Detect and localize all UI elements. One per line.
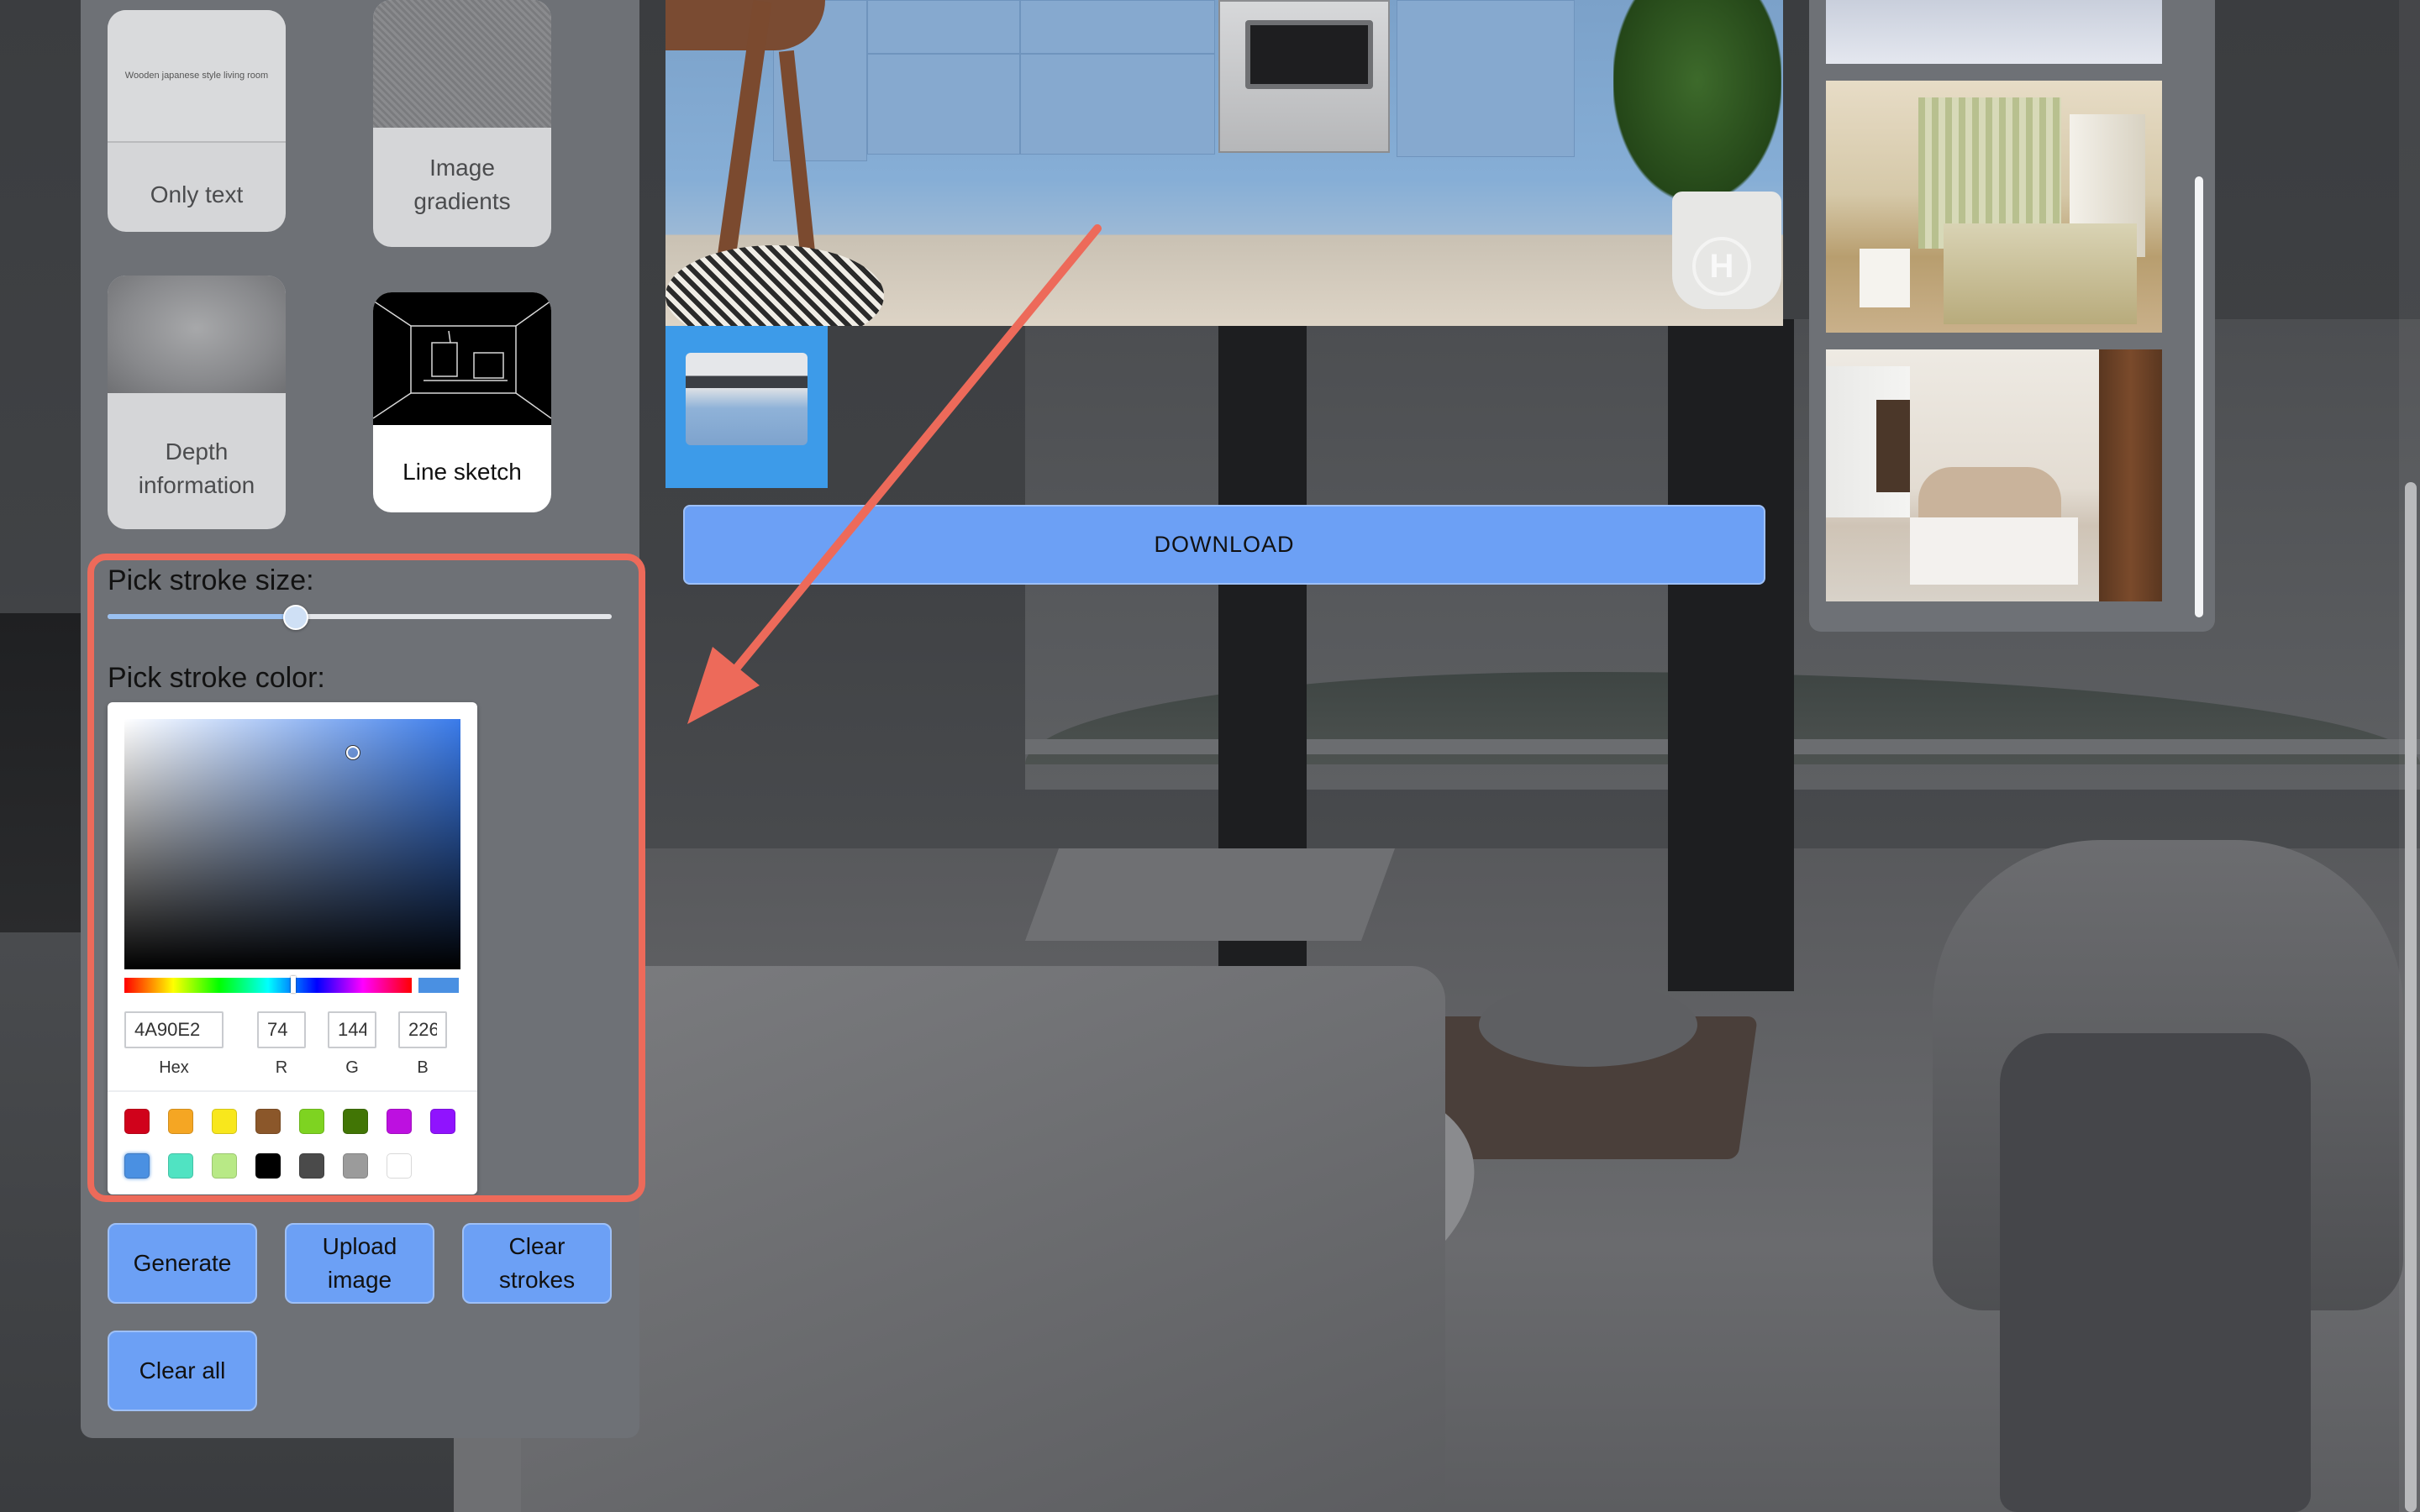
- page-scrollbar[interactable]: [2405, 482, 2417, 1512]
- color-swatch[interactable]: [124, 1109, 150, 1134]
- upload-image-button[interactable]: Upload image: [285, 1223, 434, 1304]
- kitchen-cabinet: [1397, 0, 1575, 157]
- depth-information-thumbnail: [108, 276, 286, 393]
- kitchen-cabinet: [1020, 54, 1215, 155]
- stroke-color-label: Pick stroke color:: [108, 662, 325, 694]
- watermark-logo-icon: H: [1692, 237, 1751, 296]
- color-swatch[interactable]: [343, 1153, 368, 1179]
- background-armchair-seat: [2000, 1033, 2311, 1512]
- only-text-thumbnail: Wooden japanese style living room: [108, 10, 286, 143]
- gallery-image-bedroom-1[interactable]: [1826, 0, 2162, 64]
- hex-input[interactable]: [124, 1011, 224, 1048]
- color-swatch[interactable]: [387, 1153, 412, 1179]
- mode-depth-information[interactable]: Depth information: [108, 276, 286, 529]
- color-picker: Hex R G B: [108, 702, 477, 1194]
- wood-panel: [2099, 349, 2162, 601]
- gallery-image-bedroom-2[interactable]: [1826, 81, 2162, 333]
- mode-only-text[interactable]: Wooden japanese style living room Only t…: [108, 10, 286, 232]
- color-swatch[interactable]: [343, 1109, 368, 1134]
- sketch-lines-icon: [373, 300, 551, 419]
- color-preview: [418, 978, 459, 993]
- clear-strokes-button[interactable]: Clear strokes: [462, 1223, 612, 1304]
- download-button[interactable]: DOWNLOAD: [683, 505, 1765, 585]
- kitchen-oven: [1218, 0, 1390, 153]
- hue-slider-handle[interactable]: [291, 976, 296, 993]
- stroke-size-slider[interactable]: [108, 605, 612, 630]
- generated-image[interactable]: H: [666, 0, 1783, 326]
- stroke-size-slider-handle[interactable]: [283, 605, 308, 630]
- color-swatch[interactable]: [212, 1153, 237, 1179]
- curtain: [1876, 400, 1910, 492]
- red-label: R: [275, 1058, 288, 1077]
- color-swatch[interactable]: [168, 1109, 193, 1134]
- blue-input[interactable]: [398, 1011, 447, 1048]
- green-input[interactable]: [328, 1011, 376, 1048]
- kitchen-table: [666, 0, 825, 50]
- stroke-size-label: Pick stroke size:: [108, 564, 314, 596]
- image-gradients-thumbnail: [373, 0, 551, 128]
- example-gallery: [1809, 0, 2215, 632]
- color-swatch[interactable]: [168, 1153, 193, 1179]
- mode-label: Depth information: [138, 438, 255, 498]
- mode-image-gradients[interactable]: Image gradients: [373, 0, 551, 247]
- result-thumbnail-selected[interactable]: [666, 326, 828, 488]
- color-swatch[interactable]: [255, 1109, 281, 1134]
- color-swatch[interactable]: [299, 1153, 324, 1179]
- gallery-scrollbar[interactable]: [2195, 176, 2203, 617]
- swatch-divider: [108, 1090, 477, 1092]
- color-swatch[interactable]: [299, 1109, 324, 1134]
- background-pillar: [1668, 319, 1794, 991]
- clear-all-button[interactable]: Clear all: [108, 1331, 257, 1411]
- thumbnail-image: [686, 353, 808, 445]
- kitchen-cabinet: [867, 0, 1020, 54]
- color-swatch[interactable]: [212, 1109, 237, 1134]
- gallery-image-bedroom-3[interactable]: [1826, 349, 2162, 601]
- kitchen-cabinet: [867, 54, 1020, 155]
- saturation-cursor[interactable]: [346, 746, 360, 759]
- green-label: G: [345, 1058, 359, 1077]
- mode-label: Only text: [150, 181, 244, 207]
- mode-label: Line sketch: [402, 459, 522, 485]
- thumbnail-caption: Wooden japanese style living room: [124, 71, 269, 81]
- background-bowl: [1479, 983, 1697, 1067]
- blue-label: B: [417, 1058, 429, 1077]
- kitchen-plant: [1613, 0, 1781, 202]
- kitchen-cabinet: [1020, 0, 1215, 54]
- hex-label: Hex: [159, 1058, 189, 1077]
- color-swatch[interactable]: [124, 1153, 150, 1179]
- bed: [1944, 223, 2137, 324]
- kitchen-rug: [666, 245, 884, 326]
- mode-line-sketch[interactable]: Line sketch: [373, 292, 551, 512]
- generate-button[interactable]: Generate: [108, 1223, 257, 1304]
- saturation-area[interactable]: [124, 719, 460, 969]
- color-swatch[interactable]: [255, 1153, 281, 1179]
- background-sofa: [521, 966, 1445, 1512]
- hue-slider[interactable]: [124, 976, 412, 993]
- color-swatch[interactable]: [430, 1109, 455, 1134]
- oven-door: [1245, 20, 1373, 89]
- red-input[interactable]: [257, 1011, 306, 1048]
- mode-label: Image gradients: [413, 155, 511, 214]
- background-stool: [1024, 848, 1396, 941]
- line-sketch-thumbnail: [373, 292, 551, 425]
- bed: [1910, 517, 2078, 585]
- stroke-size-slider-fill: [108, 614, 294, 619]
- color-swatch[interactable]: [387, 1109, 412, 1134]
- nightstand: [1860, 249, 1910, 307]
